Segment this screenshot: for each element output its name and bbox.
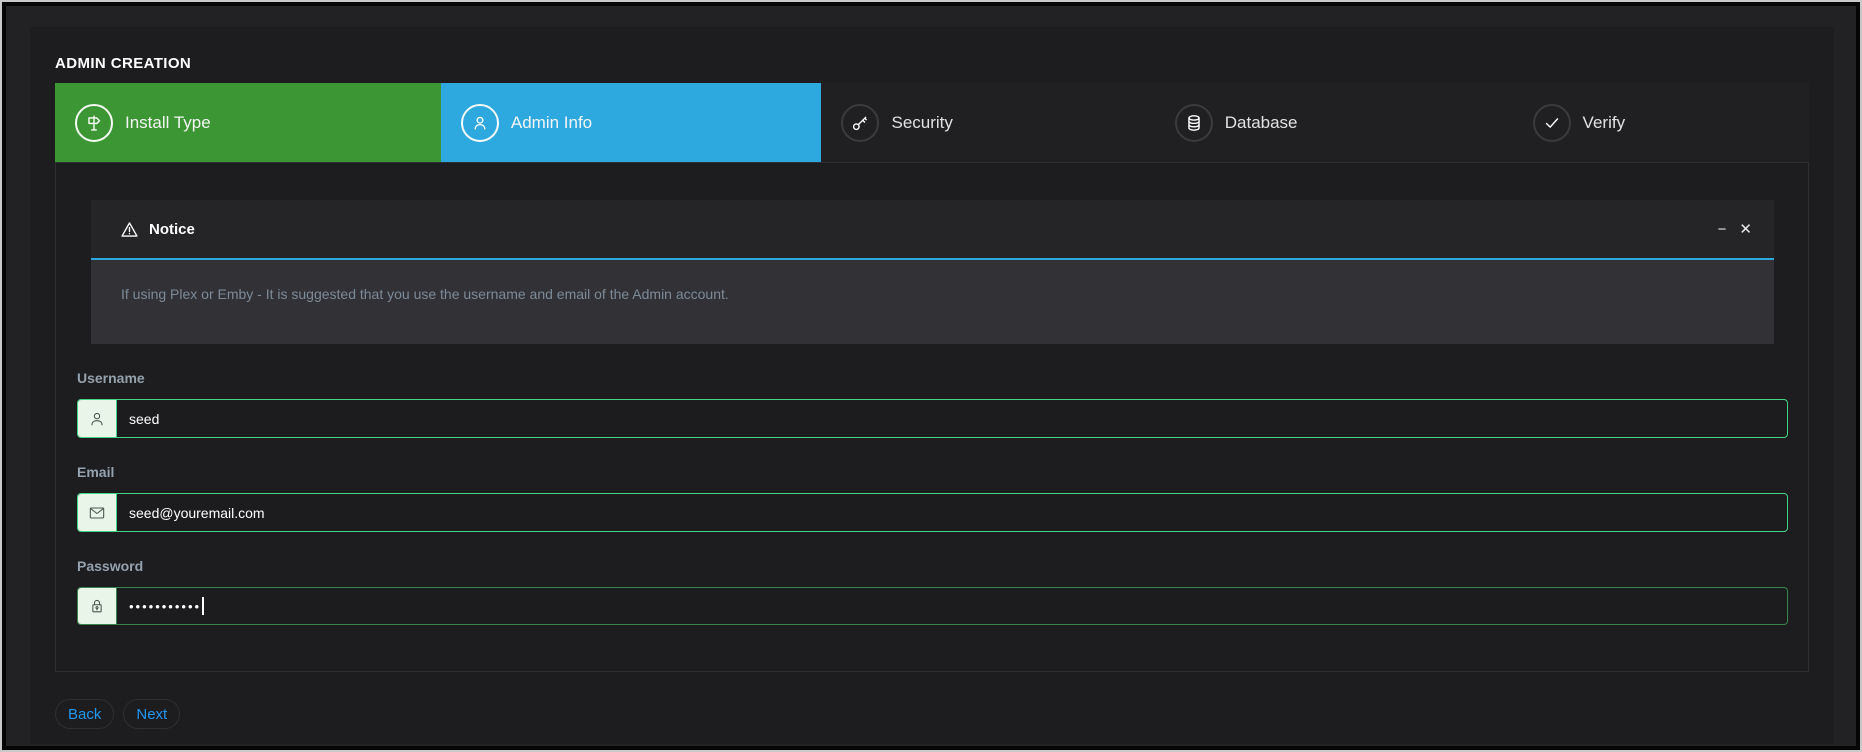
password-label: Password [77, 558, 1788, 574]
database-icon [1175, 104, 1213, 142]
user-circle-icon [461, 104, 499, 142]
tab-label: Admin Info [511, 113, 592, 133]
notice-header: Notice − ✕ [91, 200, 1774, 260]
notice-title: Notice [149, 221, 195, 238]
email-field-group: Email [77, 464, 1788, 532]
password-masked-value: ••••••••••• [129, 599, 201, 614]
username-input-row [77, 399, 1788, 438]
password-input[interactable]: ••••••••••• [117, 588, 1787, 624]
key-icon [841, 104, 879, 142]
notice-message: If using Plex or Emby - It is suggested … [121, 286, 729, 302]
tab-verify[interactable]: Verify [1513, 83, 1809, 162]
close-icon[interactable]: ✕ [1739, 222, 1752, 237]
tab-database[interactable]: Database [1155, 83, 1513, 162]
username-input[interactable] [117, 400, 1787, 437]
check-icon [1533, 104, 1571, 142]
password-field-group: Password ••••••••••• [77, 558, 1788, 625]
tab-label: Database [1225, 113, 1298, 133]
tab-admin-info[interactable]: Admin Info [441, 83, 822, 162]
page-background: ADMIN CREATION Install Type [6, 6, 1856, 746]
tab-label: Install Type [125, 113, 211, 133]
signpost-icon [75, 104, 113, 142]
text-cursor [202, 597, 204, 615]
email-input[interactable] [117, 494, 1787, 531]
tab-label: Security [891, 113, 952, 133]
page-title: ADMIN CREATION [55, 55, 191, 72]
password-input-row: ••••••••••• [77, 587, 1788, 625]
username-label: Username [77, 370, 1788, 386]
lock-icon [78, 588, 117, 624]
email-input-row [77, 493, 1788, 532]
tab-install-type[interactable]: Install Type [55, 83, 441, 162]
envelope-icon [78, 494, 117, 531]
tab-label: Verify [1583, 113, 1626, 133]
minimize-icon[interactable]: − [1718, 222, 1727, 237]
notice-panel: Notice − ✕ If using Plex or Emby - It is… [91, 200, 1774, 344]
next-button[interactable]: Next [123, 699, 180, 729]
wizard-footer: Back Next [55, 699, 180, 729]
step-tabs: Install Type Admin Info [55, 83, 1809, 162]
email-label: Email [77, 464, 1788, 480]
warning-icon [119, 219, 140, 240]
back-button[interactable]: Back [55, 699, 114, 729]
admin-form: Username Email [77, 370, 1788, 625]
user-icon [78, 400, 117, 437]
username-field-group: Username [77, 370, 1788, 438]
tab-security[interactable]: Security [821, 83, 1154, 162]
notice-body: If using Plex or Emby - It is suggested … [91, 260, 1774, 344]
notice-tools: − ✕ [1718, 222, 1752, 237]
wizard-card: ADMIN CREATION Install Type [30, 27, 1834, 744]
form-panel: Notice − ✕ If using Plex or Emby - It is… [55, 162, 1809, 672]
